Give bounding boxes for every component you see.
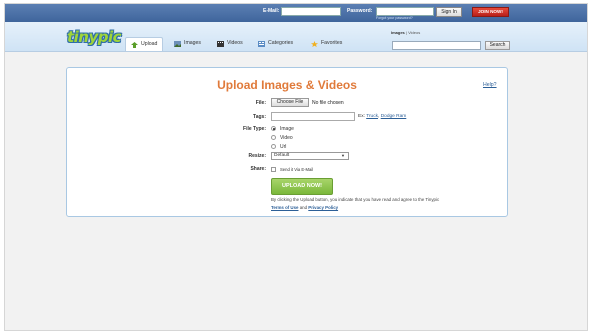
search-input[interactable] <box>392 41 481 50</box>
filetype-video-label: Video <box>280 135 293 141</box>
terms-of-use-link[interactable]: Terms of Use <box>271 205 299 210</box>
filetype-label: File Type: <box>243 126 266 132</box>
chevron-down-icon: ▼ <box>341 153 345 158</box>
legal-notice: By clicking the Upload button, you indic… <box>271 196 511 212</box>
tags-example-prefix: Ex: <box>358 114 365 119</box>
email-field[interactable] <box>281 7 341 16</box>
tab-categories[interactable]: Categories <box>256 37 293 51</box>
upload-arrow-icon <box>131 41 138 48</box>
tab-videos-label: Videos <box>227 40 243 46</box>
resize-value: Default <box>274 153 290 158</box>
help-link[interactable]: Help? <box>483 82 497 88</box>
images-icon <box>174 40 181 47</box>
sign-in-button[interactable]: Sign In <box>436 7 462 17</box>
page-title: Upload Images & Videos <box>217 78 357 92</box>
email-label: E-Mail: <box>263 8 280 14</box>
tab-images[interactable]: Images <box>172 37 201 51</box>
tags-example: Ex: Truck, Dodge Ram <box>358 114 407 119</box>
legal-and: and <box>299 205 308 210</box>
resize-select[interactable]: Default ▼ <box>271 152 349 160</box>
scope-videos[interactable]: Videos <box>408 30 420 35</box>
tags-example-truck[interactable]: Truck <box>366 114 378 119</box>
tab-videos[interactable]: Videos <box>215 37 243 51</box>
tab-favorites-label: Favorites <box>321 40 343 46</box>
tags-example-dodge-ram[interactable]: Dodge Ram <box>381 114 407 119</box>
filetype-url-radio[interactable] <box>271 144 276 149</box>
filetype-video-radio[interactable] <box>271 135 276 140</box>
filetype-image-label: Image <box>280 126 294 132</box>
password-label: Password: <box>347 8 373 14</box>
upload-now-button[interactable]: UPLOAD NOW! <box>271 178 333 195</box>
password-field[interactable] <box>376 7 434 16</box>
share-email-checkbox[interactable] <box>271 167 276 172</box>
no-file-text: No file chosen <box>312 100 344 106</box>
page-frame: E-Mail: Password: Forgot your password? … <box>4 3 588 331</box>
categories-icon <box>258 40 265 47</box>
tab-upload[interactable]: Upload <box>125 37 164 51</box>
tab-categories-label: Categories <box>268 40 294 46</box>
share-email-label: Send it Via E-Mail <box>280 167 314 172</box>
star-icon <box>311 40 318 47</box>
legal-text: By clicking the Upload button, you indic… <box>271 197 440 202</box>
forgot-password-link[interactable]: Forgot your password? <box>376 16 413 20</box>
tags-input[interactable] <box>271 112 355 121</box>
tags-label: Tags: <box>253 114 266 120</box>
choose-file-button[interactable]: Choose File <box>271 98 309 107</box>
tab-favorites[interactable]: Favorites <box>309 37 342 51</box>
search-scope: Images | Videos <box>391 30 420 35</box>
scope-images[interactable]: Images <box>391 30 405 35</box>
upload-panel: Upload Images & Videos Help? File: Choos… <box>66 67 508 217</box>
tinypic-logo[interactable]: tinypic <box>67 28 122 46</box>
share-label: Share: <box>250 166 266 172</box>
filetype-url-label: Url <box>280 144 287 150</box>
privacy-policy-link[interactable]: Privacy Policy <box>308 205 338 210</box>
login-bar: E-Mail: Password: Forgot your password? … <box>5 4 587 22</box>
main-nav: tinypic Upload Images Videos Categories … <box>5 22 587 52</box>
tab-upload-label: Upload <box>141 41 158 47</box>
search-button[interactable]: Search <box>485 41 510 50</box>
join-now-button[interactable]: JOIN NOW! <box>472 7 509 17</box>
tab-images-label: Images <box>184 40 202 46</box>
film-icon <box>217 40 224 47</box>
file-label: File: <box>255 100 266 106</box>
resize-label: Resize: <box>248 153 266 159</box>
filetype-image-radio[interactable] <box>271 126 276 131</box>
